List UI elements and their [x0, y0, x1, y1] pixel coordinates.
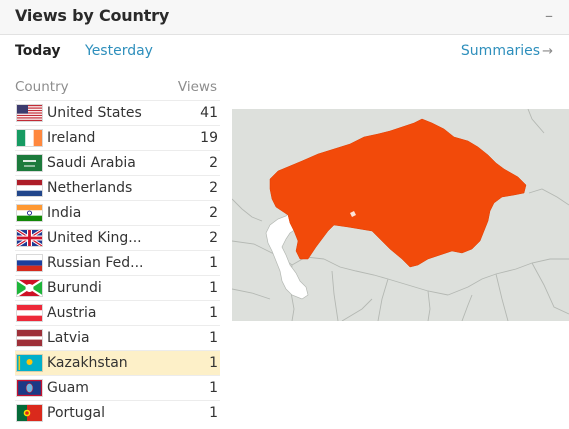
- country-row-india[interactable]: India 2: [15, 200, 220, 225]
- country-name: Russian Fed...: [47, 255, 144, 271]
- country-name: Burundi: [47, 280, 102, 296]
- country-row-russian-federation[interactable]: Russian Fed... 1: [15, 250, 220, 275]
- country-name: Guam: [47, 380, 89, 396]
- tab-today[interactable]: Today: [15, 43, 60, 59]
- view-count: 1: [209, 355, 218, 371]
- widget-title: Views by Country: [15, 6, 170, 25]
- latvia-flag-icon: [16, 329, 43, 347]
- guam-flag-icon: [16, 379, 43, 397]
- view-count: 1: [209, 255, 218, 271]
- country-name: Ireland: [47, 130, 96, 146]
- country-row-kazakhstan[interactable]: Kazakhstan 1: [15, 350, 220, 375]
- russia-flag-icon: [16, 254, 43, 272]
- country-row-guam[interactable]: Guam 1: [15, 375, 220, 400]
- country-name: Austria: [47, 305, 97, 321]
- view-count: 1: [209, 280, 218, 296]
- us-flag-icon: [16, 104, 43, 122]
- view-count: 2: [209, 180, 218, 196]
- country-row-saudi-arabia[interactable]: Saudi Arabia 2: [15, 150, 220, 175]
- netherlands-flag-icon: [16, 179, 43, 197]
- view-count: 2: [209, 205, 218, 221]
- india-flag-icon: [16, 204, 43, 222]
- kazakhstan-flag-icon: [16, 354, 43, 372]
- austria-flag-icon: [16, 304, 43, 322]
- summaries-label: Summaries: [460, 43, 541, 59]
- column-header-views: Views: [177, 79, 217, 95]
- country-name: United King...: [47, 230, 142, 246]
- country-row-united-kingdom[interactable]: United King... 2: [15, 225, 220, 250]
- country-row-portugal[interactable]: Portugal 1: [15, 400, 220, 425]
- tab-yesterday[interactable]: Yesterday: [85, 43, 153, 59]
- country-row-netherlands[interactable]: Netherlands 2: [15, 175, 220, 200]
- country-name: Latvia: [47, 330, 90, 346]
- country-row-burundi[interactable]: Burundi 1: [15, 275, 220, 300]
- arrow-right-icon: →: [542, 44, 553, 59]
- view-count: 1: [209, 405, 218, 421]
- saudi-arabia-flag-icon: [16, 154, 43, 172]
- country-name: United States: [47, 105, 142, 121]
- country-name: Portugal: [47, 405, 105, 421]
- burundi-flag-icon: [16, 279, 43, 297]
- view-count: 1: [209, 380, 218, 396]
- view-count: 1: [209, 330, 218, 346]
- country-row-ireland[interactable]: Ireland 19: [15, 125, 220, 150]
- collapse-icon[interactable]: –: [542, 7, 556, 25]
- column-header-country: Country: [15, 79, 69, 95]
- summaries-link[interactable]: Summaries →: [461, 43, 553, 59]
- view-count: 19: [200, 130, 218, 146]
- view-count: 2: [209, 230, 218, 246]
- country-name: Netherlands: [47, 180, 133, 196]
- country-row-united-states[interactable]: United States 41: [15, 100, 220, 125]
- country-name: Kazakhstan: [47, 355, 128, 371]
- view-count: 41: [200, 105, 218, 121]
- view-count: 2: [209, 155, 218, 171]
- widget-header: Views by Country –: [0, 0, 569, 35]
- portugal-flag-icon: [16, 404, 43, 422]
- country-name: India: [47, 205, 82, 221]
- view-count: 1: [209, 305, 218, 321]
- country-list: United States 41 Ireland 19 Saudi Arabia…: [15, 100, 220, 425]
- ireland-flag-icon: [16, 129, 43, 147]
- country-name: Saudi Arabia: [47, 155, 136, 171]
- uk-flag-icon: [16, 229, 43, 247]
- country-row-austria[interactable]: Austria 1: [15, 300, 220, 325]
- country-row-latvia[interactable]: Latvia 1: [15, 325, 220, 350]
- country-map[interactable]: [232, 109, 569, 321]
